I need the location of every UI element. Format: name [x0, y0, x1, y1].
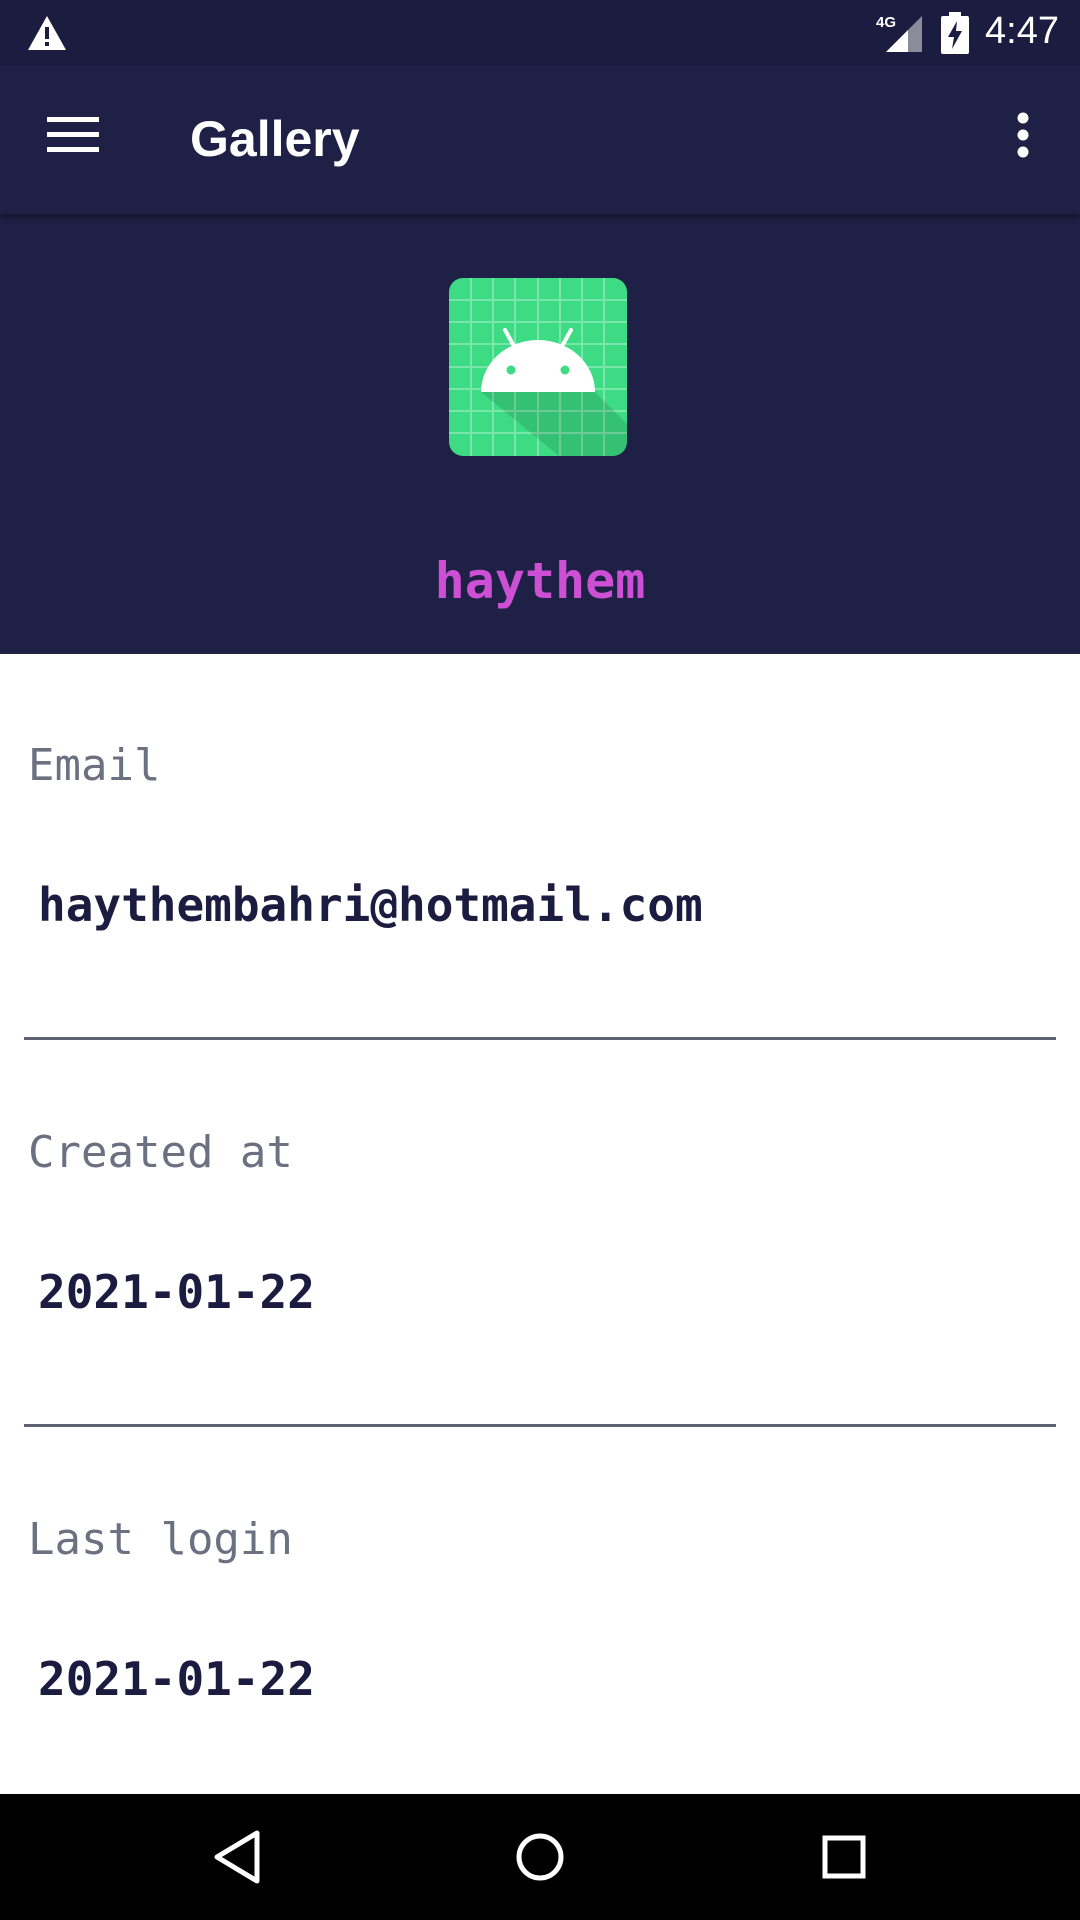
profile-header: haythem [0, 214, 1080, 654]
email-value: haythembahri@hotmail.com [38, 878, 703, 932]
android-robot-icon [449, 278, 627, 456]
app-title: Gallery [190, 111, 360, 167]
overflow-menu-button[interactable] [982, 94, 1064, 176]
recents-button[interactable] [799, 1812, 889, 1902]
menu-button[interactable] [32, 94, 114, 176]
recents-square-icon [822, 1835, 866, 1879]
status-bar: 4G 4:47 [0, 0, 1080, 66]
last-login-label: Last login [28, 1514, 293, 1565]
email-label: Email [28, 740, 161, 791]
divider [24, 1424, 1056, 1427]
divider [24, 1037, 1056, 1040]
warning-icon [28, 16, 66, 50]
last-login-value: 2021-01-22 [38, 1652, 315, 1706]
battery-charging-icon [941, 12, 969, 54]
back-button[interactable] [192, 1812, 282, 1902]
home-circle-icon [516, 1833, 564, 1881]
avatar[interactable] [449, 278, 627, 456]
network-type: 4G [876, 14, 897, 31]
username: haythem [434, 552, 646, 610]
created-at-value: 2021-01-22 [38, 1265, 315, 1319]
status-clock: 4:47 [985, 10, 1059, 52]
hamburger-menu-icon [47, 117, 99, 152]
created-at-label: Created at [28, 1127, 293, 1178]
home-button[interactable] [495, 1812, 585, 1902]
app-bar: Gallery [0, 66, 1080, 214]
back-triangle-icon [214, 1830, 260, 1884]
screen: 4G 4:47 Gallery haythem Email haythembah… [0, 0, 1080, 1920]
navigation-bar [0, 1794, 1080, 1920]
more-vert-icon [1017, 112, 1029, 158]
